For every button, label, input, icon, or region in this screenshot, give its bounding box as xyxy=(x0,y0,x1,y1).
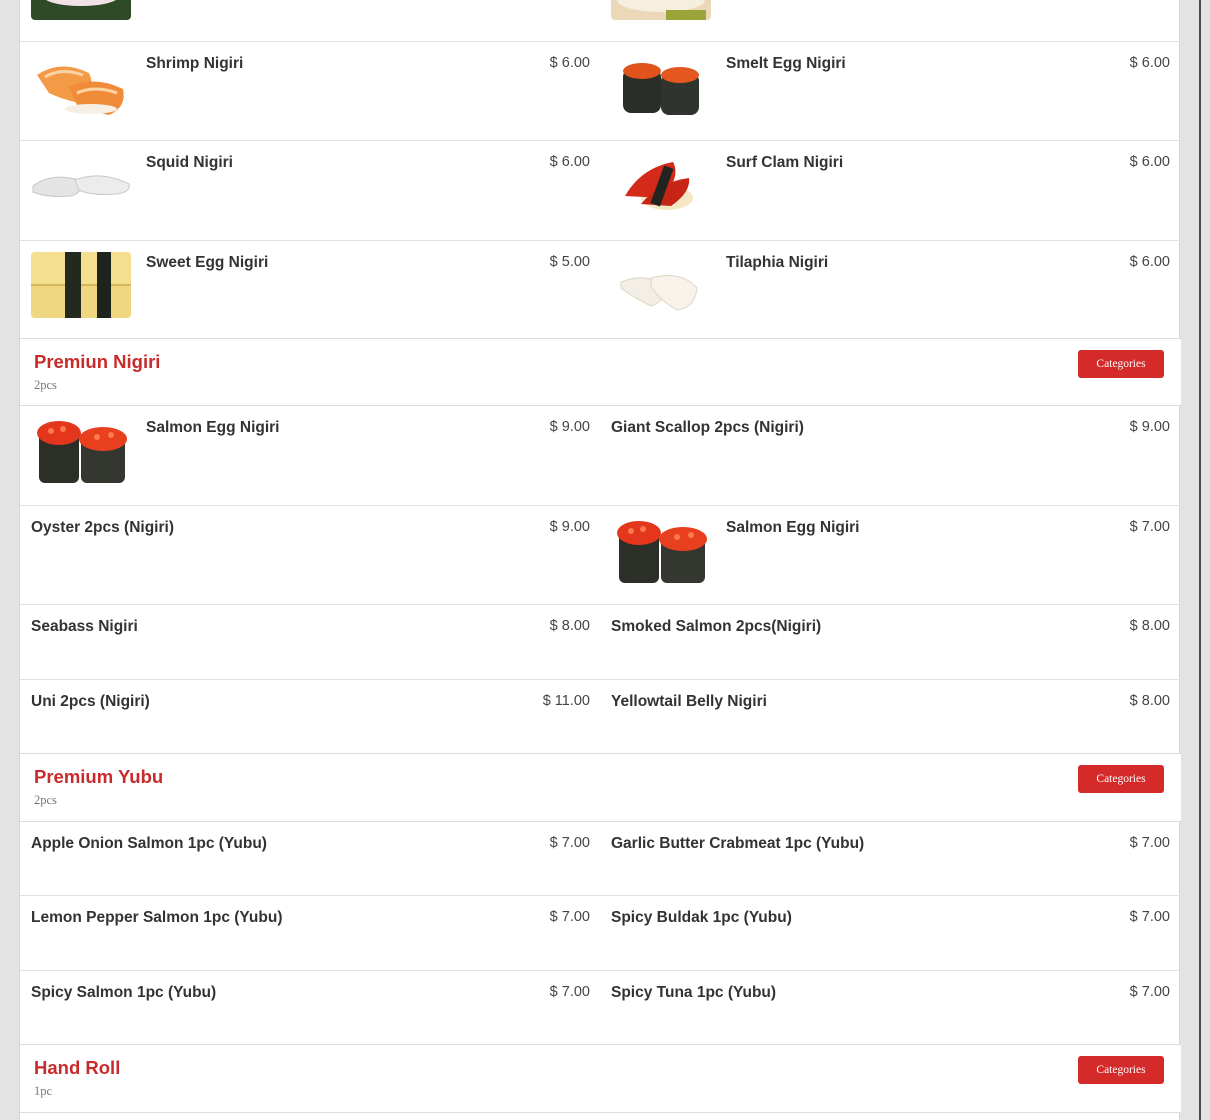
salmon-egg-nigiri-photo xyxy=(611,517,711,583)
categories-button[interactable]: Categories xyxy=(1078,350,1164,378)
menu-item-price: $ 11.00 xyxy=(542,693,590,709)
menu-item-name: Garlic Butter Crabmeat 1pc (Yubu) xyxy=(611,835,865,852)
menu-item-price: $ 7.00 xyxy=(549,835,590,851)
menu-item-price: $ 7.00 xyxy=(549,909,590,925)
menu-item-name: Surf Clam Nigiri xyxy=(726,154,844,171)
menu-row: Squid Nigiri $ 6.00 Surf Clam Nigiri $ 6… xyxy=(20,141,1181,241)
menu-row: Shrimp Nigiri $ 6.00 Smelt Egg Nigiri $ … xyxy=(20,42,1181,141)
menu-item-price: $ 6.00 xyxy=(1129,254,1170,270)
menu-item-name: Salmon Egg Nigiri xyxy=(726,519,860,536)
menu-item-salmon-egg-nigiri-2[interactable]: Salmon Egg Nigiri $ 7.00 xyxy=(611,506,1170,604)
section-header-premium-nigiri: Premiun Nigiri 2pcs Categories xyxy=(20,338,1181,406)
menu-item-name: Smelt Egg Nigiri xyxy=(726,55,846,72)
menu-item-name: Smoked Salmon 2pcs(Nigiri) xyxy=(611,618,822,635)
menu-item-name: Seabass Nigiri xyxy=(31,618,138,635)
menu-row: Apple Onion Salmon 1pc (Yubu) $ 7.00 Gar… xyxy=(20,822,1181,896)
smelt-egg-nigiri-photo xyxy=(611,53,711,119)
menu-item-price: $ 8.00 xyxy=(1129,618,1170,634)
menu-item[interactable] xyxy=(611,0,1170,41)
menu-item-name: Uni 2pcs (Nigiri) xyxy=(31,693,150,710)
menu-item-garlic-butter-crabmeat[interactable]: Garlic Butter Crabmeat 1pc (Yubu) $ 7.00 xyxy=(611,822,1170,895)
menu-item-price: $ 6.00 xyxy=(549,55,590,71)
menu-item-uni[interactable]: Uni 2pcs (Nigiri) $ 11.00 xyxy=(31,680,590,754)
menu-item-price: $ 7.00 xyxy=(1129,909,1170,925)
section-subtitle: 1pc xyxy=(34,1084,53,1098)
menu-item-photo xyxy=(611,0,711,20)
section-header-premium-yubu: Premium Yubu 2pcs Categories xyxy=(20,753,1181,822)
menu-item-price: $ 7.00 xyxy=(1129,984,1170,1000)
menu-item-spicy-tuna[interactable]: Spicy Tuna 1pc (Yubu) $ 7.00 xyxy=(611,971,1170,1045)
menu-item-price: $ 7.00 xyxy=(549,984,590,1000)
menu-row: Sweet Egg Nigiri $ 5.00 Tilaphia Nigiri … xyxy=(20,241,1181,339)
menu-panel: Shrimp Nigiri $ 6.00 Smelt Egg Nigiri $ … xyxy=(19,0,1181,1120)
menu-item-price: $ 5.00 xyxy=(549,254,590,270)
menu-item-name: Giant Scallop 2pcs (Nigiri) xyxy=(611,419,804,436)
menu-item-name: Apple Onion Salmon 1pc (Yubu) xyxy=(31,835,267,852)
menu-item-smelt-egg-nigiri[interactable]: Smelt Egg Nigiri $ 6.00 xyxy=(611,42,1170,140)
sweet-egg-nigiri-photo xyxy=(31,252,131,318)
menu-row: Oyster 2pcs (Nigiri) $ 9.00 Salmon Egg N… xyxy=(20,506,1181,605)
section-title: Premiun Nigiri xyxy=(34,351,161,372)
menu-item-price: $ 9.00 xyxy=(1129,419,1170,435)
menu-item-name: Shrimp Nigiri xyxy=(146,55,244,72)
window-edge xyxy=(1199,0,1201,1120)
menu-item-name: Oyster 2pcs (Nigiri) xyxy=(31,519,174,536)
section-subtitle: 2pcs xyxy=(34,378,57,392)
menu-row xyxy=(20,0,1181,42)
menu-item-name: Sweet Egg Nigiri xyxy=(146,254,269,271)
menu-item-price: $ 9.00 xyxy=(549,419,590,435)
menu-item-name: Tilaphia Nigiri xyxy=(726,254,829,271)
menu-item-name: Salmon Egg Nigiri xyxy=(146,419,280,436)
section-title: Hand Roll xyxy=(34,1057,121,1078)
menu-item-price: $ 8.00 xyxy=(1129,693,1170,709)
menu-row: Seabass Nigiri $ 8.00 Smoked Salmon 2pcs… xyxy=(20,605,1181,680)
menu-item-smoked-salmon[interactable]: Smoked Salmon 2pcs(Nigiri) $ 8.00 xyxy=(611,605,1170,679)
menu-item-yellowtail-belly[interactable]: Yellowtail Belly Nigiri $ 8.00 xyxy=(611,680,1170,754)
menu-item-sweet-egg-nigiri[interactable]: Sweet Egg Nigiri $ 5.00 xyxy=(31,241,590,338)
categories-button[interactable]: Categories xyxy=(1078,765,1164,793)
squid-nigiri-photo xyxy=(31,152,131,218)
salmon-egg-nigiri-photo xyxy=(31,417,131,483)
menu-row: Salmon Egg Nigiri $ 9.00 Giant Scallop 2… xyxy=(20,406,1181,506)
menu-item-price: $ 7.00 xyxy=(1129,835,1170,851)
menu-item[interactable] xyxy=(31,0,590,41)
menu-item-name: Spicy Buldak 1pc (Yubu) xyxy=(611,909,792,926)
menu-item-name: Spicy Tuna 1pc (Yubu) xyxy=(611,984,777,1001)
menu-item-spicy-salmon[interactable]: Spicy Salmon 1pc (Yubu) $ 7.00 xyxy=(31,971,590,1045)
menu-row: Lemon Pepper Salmon 1pc (Yubu) $ 7.00 Sp… xyxy=(20,896,1181,971)
menu-row: Uni 2pcs (Nigiri) $ 11.00 Yellowtail Bel… xyxy=(20,680,1181,754)
section-subtitle: 2pcs xyxy=(34,793,57,807)
surf-clam-nigiri-photo xyxy=(611,152,711,218)
menu-row: Spicy Salmon 1pc (Yubu) $ 7.00 Spicy Tun… xyxy=(20,971,1181,1045)
menu-item-price: $ 8.00 xyxy=(549,618,590,634)
categories-button[interactable]: Categories xyxy=(1078,1056,1164,1084)
menu-item-price: $ 6.00 xyxy=(1129,55,1170,71)
shrimp-nigiri-photo xyxy=(31,53,131,119)
menu-item-name: Lemon Pepper Salmon 1pc (Yubu) xyxy=(31,909,283,926)
menu-item-price: $ 6.00 xyxy=(549,154,590,170)
menu-item-name: Spicy Salmon 1pc (Yubu) xyxy=(31,984,217,1001)
menu-item-squid-nigiri[interactable]: Squid Nigiri $ 6.00 xyxy=(31,141,590,240)
menu-item-oyster[interactable]: Oyster 2pcs (Nigiri) $ 9.00 xyxy=(31,506,590,604)
menu-item-salmon-egg-nigiri[interactable]: Salmon Egg Nigiri $ 9.00 xyxy=(31,406,590,505)
menu-item-name: Yellowtail Belly Nigiri xyxy=(611,693,767,710)
menu-item-price: $ 9.00 xyxy=(549,519,590,535)
menu-item-apple-onion-salmon[interactable]: Apple Onion Salmon 1pc (Yubu) $ 7.00 xyxy=(31,822,590,895)
menu-item-price: $ 6.00 xyxy=(1129,154,1170,170)
menu-item-giant-scallop[interactable]: Giant Scallop 2pcs (Nigiri) $ 9.00 xyxy=(611,406,1170,505)
menu-item-photo xyxy=(31,0,131,20)
menu-item-name: Squid Nigiri xyxy=(146,154,233,171)
menu-item-price: $ 7.00 xyxy=(1129,519,1170,535)
menu-item-surf-clam-nigiri[interactable]: Surf Clam Nigiri $ 6.00 xyxy=(611,141,1170,240)
section-header-hand-roll: Hand Roll 1pc Categories xyxy=(20,1044,1181,1113)
section-title: Premium Yubu xyxy=(34,766,164,787)
menu-item-seabass-nigiri[interactable]: Seabass Nigiri $ 8.00 xyxy=(31,605,590,679)
menu-item-tilapia-nigiri[interactable]: Tilaphia Nigiri $ 6.00 xyxy=(611,241,1170,338)
menu-item-spicy-buldak[interactable]: Spicy Buldak 1pc (Yubu) $ 7.00 xyxy=(611,896,1170,970)
menu-item-lemon-pepper-salmon[interactable]: Lemon Pepper Salmon 1pc (Yubu) $ 7.00 xyxy=(31,896,590,970)
tilapia-nigiri-photo xyxy=(611,252,711,318)
menu-item-shrimp-nigiri[interactable]: Shrimp Nigiri $ 6.00 xyxy=(31,42,590,140)
